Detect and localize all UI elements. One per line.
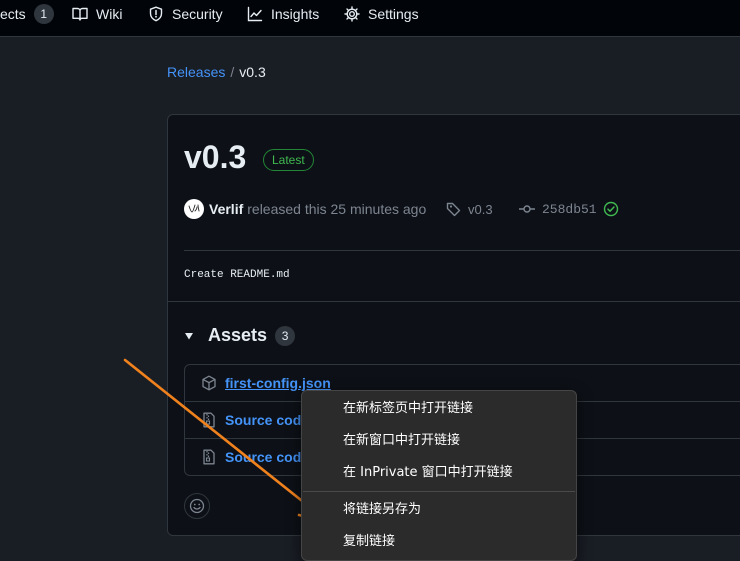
menu-open-in-new-tab[interactable]: 在新标签页中打开链接 xyxy=(302,393,576,425)
menu-open-in-inprivate[interactable]: 在 InPrivate 窗口中打开链接 xyxy=(302,457,576,489)
context-menu: 在新标签页中打开链接 在新窗口中打开链接 在 InPrivate 窗口中打开链接… xyxy=(301,390,577,561)
menu-copy-link[interactable]: 复制链接 xyxy=(302,526,576,558)
menu-open-in-new-window[interactable]: 在新窗口中打开链接 xyxy=(302,425,576,457)
menu-separator xyxy=(303,491,575,492)
menu-save-link-as[interactable]: 将链接另存为 xyxy=(302,494,576,526)
